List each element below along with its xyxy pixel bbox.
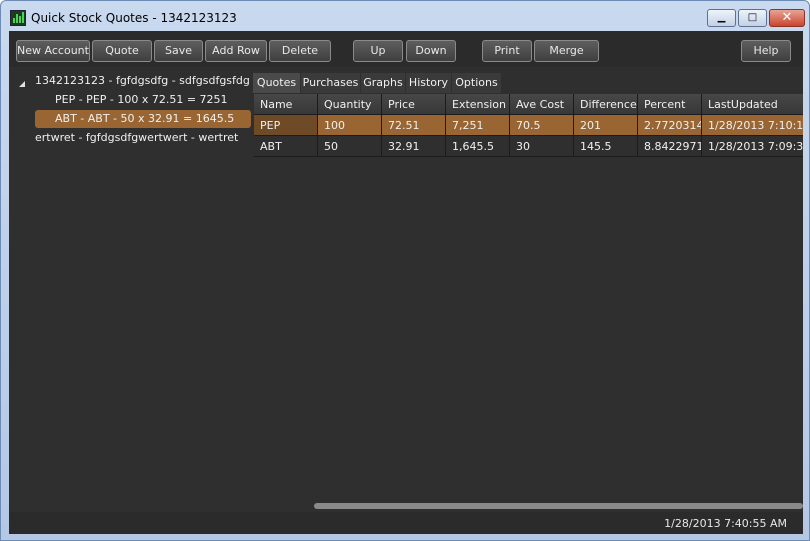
table-row[interactable]: PEP 100 72.51 7,251 70.5 201 2.77203144 …: [254, 115, 803, 136]
delete-button[interactable]: Delete: [269, 40, 331, 62]
column-header-extension[interactable]: Extension: [446, 94, 510, 115]
cell-price[interactable]: 32.91: [382, 136, 446, 157]
print-button[interactable]: Print: [482, 40, 532, 62]
save-button[interactable]: Save: [154, 40, 203, 62]
tab-graphs[interactable]: Graphs: [361, 73, 405, 93]
cell-extension[interactable]: 7,251: [446, 115, 510, 136]
cell-ave-cost[interactable]: 70.5: [510, 115, 574, 136]
quote-button[interactable]: Quote: [92, 40, 152, 62]
title-bar[interactable]: Quick Stock Quotes - 1342123123 ▁ □ ✕: [1, 1, 809, 31]
horizontal-scrollbar[interactable]: [314, 503, 803, 509]
merge-button[interactable]: Merge: [534, 40, 599, 62]
cell-price[interactable]: 72.51: [382, 115, 446, 136]
expand-arrow-icon[interactable]: [19, 81, 25, 87]
cell-name[interactable]: ABT: [254, 136, 318, 157]
chart-icon: [10, 10, 26, 26]
column-header-ave-cost[interactable]: Ave Cost: [510, 94, 574, 115]
cell-extension[interactable]: 1,645.5: [446, 136, 510, 157]
close-button[interactable]: ✕: [769, 9, 805, 27]
cell-percent[interactable]: 2.77203144: [638, 115, 702, 136]
grid-header: Name Quantity Price Extension Ave Cost D…: [254, 94, 803, 115]
maximize-button[interactable]: □: [738, 9, 767, 27]
minimize-button[interactable]: ▁: [707, 9, 736, 27]
status-time: 1/28/2013 7:40:55 AM: [664, 517, 787, 530]
scrollbar-thumb[interactable]: [314, 503, 803, 509]
cell-last-updated[interactable]: 1/28/2013 7:09:38: [702, 136, 803, 157]
tab-options[interactable]: Options: [452, 73, 501, 93]
column-header-percent[interactable]: Percent: [638, 94, 702, 115]
down-button[interactable]: Down: [406, 40, 456, 62]
column-header-quantity[interactable]: Quantity: [318, 94, 382, 115]
tab-bar: Quotes Purchases Graphs History Options: [253, 73, 503, 93]
column-header-name[interactable]: Name: [254, 94, 318, 115]
tree-item-pep[interactable]: PEP - PEP - 100 x 72.51 = 7251: [35, 91, 228, 109]
add-row-button[interactable]: Add Row: [205, 40, 267, 62]
maximize-icon: □: [747, 12, 758, 23]
column-header-price[interactable]: Price: [382, 94, 446, 115]
help-button[interactable]: Help: [741, 40, 791, 62]
column-header-last-updated[interactable]: LastUpdated: [702, 94, 803, 115]
close-icon: ✕: [781, 10, 793, 25]
new-account-button[interactable]: New Account: [16, 40, 90, 62]
app-window: Quick Stock Quotes - 1342123123 ▁ □ ✕ Ne…: [0, 0, 810, 541]
cell-difference[interactable]: 201: [574, 115, 638, 136]
cell-ave-cost[interactable]: 30: [510, 136, 574, 157]
cell-name[interactable]: PEP: [254, 115, 318, 136]
up-button[interactable]: Up: [353, 40, 403, 62]
column-header-difference[interactable]: Difference: [574, 94, 638, 115]
toolbar: New Account Quote Save Add Row Delete Up…: [9, 31, 803, 67]
tree-account-other[interactable]: ertwret - fgfdgsdfgwertwert - wertret: [35, 129, 238, 147]
status-bar: 1/28/2013 7:40:55 AM: [9, 512, 803, 534]
window-title: Quick Stock Quotes - 1342123123: [31, 11, 237, 25]
minimize-icon: ▁: [717, 12, 726, 23]
table-row[interactable]: ABT 50 32.91 1,645.5 30 145.5 8.84229717…: [254, 136, 803, 157]
cell-difference[interactable]: 145.5: [574, 136, 638, 157]
cell-quantity[interactable]: 100: [318, 115, 382, 136]
client-area: New Account Quote Save Add Row Delete Up…: [9, 31, 803, 534]
tree-account[interactable]: 1342123123 - fgfdgsdfg - sdfgsdfgsfdg: [35, 72, 250, 90]
cell-percent[interactable]: 8.84229717: [638, 136, 702, 157]
tab-history[interactable]: History: [406, 73, 451, 93]
account-tree: 1342123123 - fgfdgsdfg - sdfgsdfgsfdg PE…: [9, 69, 254, 509]
tab-quotes[interactable]: Quotes: [253, 73, 300, 93]
tree-item-abt[interactable]: ABT - ABT - 50 x 32.91 = 1645.5: [35, 110, 251, 128]
quotes-grid: Name Quantity Price Extension Ave Cost D…: [254, 94, 803, 512]
cell-last-updated[interactable]: 1/28/2013 7:10:13: [702, 115, 803, 136]
tab-purchases[interactable]: Purchases: [301, 73, 360, 93]
cell-quantity[interactable]: 50: [318, 136, 382, 157]
